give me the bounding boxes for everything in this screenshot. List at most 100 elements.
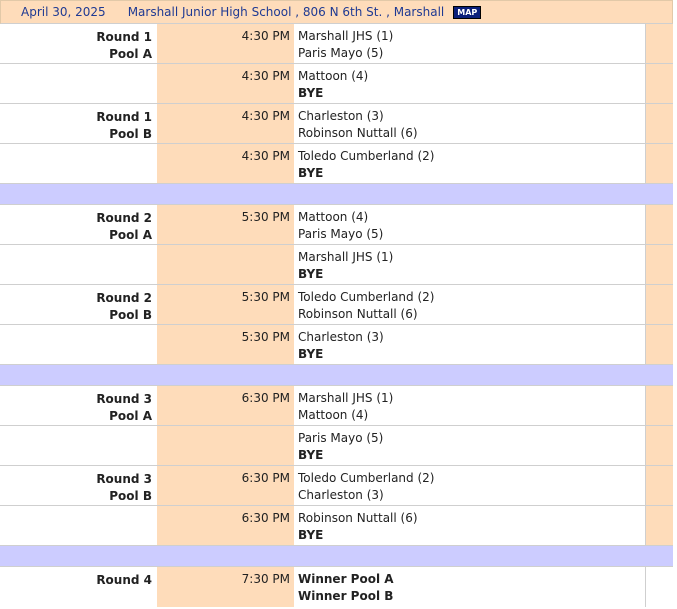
map-button[interactable]: MAP xyxy=(453,5,482,19)
game-row: Round 3 Pool A 6:30 PM Marshall JHS (1) … xyxy=(0,386,673,426)
time-cell: 5:30 PM xyxy=(157,205,294,244)
extra-cell xyxy=(645,64,673,103)
header-venue: Marshall Junior High School , 806 N 6th … xyxy=(127,5,445,19)
round-label: Round 3 xyxy=(96,392,152,406)
team-name: Robinson Nuttall (6) xyxy=(298,307,418,321)
team-name: Charleston (3) xyxy=(298,488,384,502)
schedule-header: April 30, 2025 Marshall Junior High Scho… xyxy=(0,0,673,24)
extra-cell xyxy=(645,426,673,465)
game-row: Round 4 7:30 PM Winner Pool A Winner Poo… xyxy=(0,567,673,607)
team-name: Robinson Nuttall (6) xyxy=(298,511,418,525)
team-name: Marshall JHS (1) xyxy=(298,391,394,405)
team-name: Paris Mayo (5) xyxy=(298,431,384,445)
time-cell: 4:30 PM xyxy=(157,24,294,63)
extra-cell xyxy=(645,325,673,364)
teams-cell: Marshall JHS (1) BYE xyxy=(294,245,645,284)
time-cell: 4:30 PM xyxy=(157,104,294,143)
bye-label: BYE xyxy=(298,86,324,100)
round-separator xyxy=(0,546,673,567)
round-label: Round 3 xyxy=(96,472,152,486)
team-name: Toledo Cumberland (2) xyxy=(298,471,435,485)
extra-cell xyxy=(645,567,673,607)
pool-label: Pool A xyxy=(109,47,152,61)
round-cell xyxy=(0,506,157,545)
game-row: Marshall JHS (1) BYE xyxy=(0,245,673,285)
round-label: Round 2 xyxy=(96,291,152,305)
team-name: Toledo Cumberland (2) xyxy=(298,149,435,163)
round-cell xyxy=(0,426,157,465)
round-cell xyxy=(0,144,157,183)
round-cell: Round 3 Pool A xyxy=(0,386,157,425)
teams-cell: Toledo Cumberland (2) Charleston (3) xyxy=(294,466,645,505)
team-name: Mattoon (4) xyxy=(298,408,369,422)
round-cell: Round 2 Pool B xyxy=(0,285,157,324)
round-separator xyxy=(0,184,673,205)
team-name: Winner Pool B xyxy=(298,589,394,603)
round-label: Round 1 xyxy=(96,30,152,44)
teams-cell: Robinson Nuttall (6) BYE xyxy=(294,506,645,545)
game-row: Round 1 Pool B 4:30 PM Charleston (3) Ro… xyxy=(0,104,673,144)
round-label: Round 1 xyxy=(96,110,152,124)
time-cell: 6:30 PM xyxy=(157,386,294,425)
round-cell: Round 1 Pool A xyxy=(0,24,157,63)
round-cell: Round 3 Pool B xyxy=(0,466,157,505)
round-label: Round 4 xyxy=(96,573,152,587)
round-cell xyxy=(0,325,157,364)
team-name: Mattoon (4) xyxy=(298,210,369,224)
teams-cell: Toledo Cumberland (2) BYE xyxy=(294,144,645,183)
time-cell: 5:30 PM xyxy=(157,325,294,364)
game-row: 4:30 PM Toledo Cumberland (2) BYE xyxy=(0,144,673,184)
extra-cell xyxy=(645,144,673,183)
team-name: Marshall JHS (1) xyxy=(298,29,394,43)
time-cell: 4:30 PM xyxy=(157,144,294,183)
team-name: Robinson Nuttall (6) xyxy=(298,126,418,140)
time-cell: 6:30 PM xyxy=(157,466,294,505)
game-row: Round 2 Pool B 5:30 PM Toledo Cumberland… xyxy=(0,285,673,325)
team-name: Paris Mayo (5) xyxy=(298,227,384,241)
time-cell xyxy=(157,426,294,465)
extra-cell xyxy=(645,245,673,284)
team-name: Marshall JHS (1) xyxy=(298,250,394,264)
extra-cell xyxy=(645,24,673,63)
time-cell xyxy=(157,245,294,284)
bye-label: BYE xyxy=(298,448,324,462)
extra-cell xyxy=(645,386,673,425)
extra-cell xyxy=(645,285,673,324)
round-cell: Round 2 Pool A xyxy=(0,205,157,244)
extra-cell xyxy=(645,205,673,244)
teams-cell: Mattoon (4) BYE xyxy=(294,64,645,103)
teams-cell: Charleston (3) BYE xyxy=(294,325,645,364)
extra-cell xyxy=(645,104,673,143)
pool-label: Pool B xyxy=(109,127,152,141)
time-cell: 5:30 PM xyxy=(157,285,294,324)
teams-cell: Paris Mayo (5) BYE xyxy=(294,426,645,465)
bye-label: BYE xyxy=(298,166,324,180)
game-row: Round 3 Pool B 6:30 PM Toledo Cumberland… xyxy=(0,466,673,506)
pool-label: Pool A xyxy=(109,409,152,423)
game-row: 6:30 PM Robinson Nuttall (6) BYE xyxy=(0,506,673,546)
bye-label: BYE xyxy=(298,528,324,542)
game-row: Round 2 Pool A 5:30 PM Mattoon (4) Paris… xyxy=(0,205,673,245)
teams-cell: Toledo Cumberland (2) Robinson Nuttall (… xyxy=(294,285,645,324)
team-name: Toledo Cumberland (2) xyxy=(298,290,435,304)
game-row: Paris Mayo (5) BYE xyxy=(0,426,673,466)
pool-label: Pool B xyxy=(109,308,152,322)
teams-cell: Winner Pool A Winner Pool B xyxy=(294,567,645,607)
pool-label: Pool A xyxy=(109,228,152,242)
game-row: 5:30 PM Charleston (3) BYE xyxy=(0,325,673,365)
game-row: Round 1 Pool A 4:30 PM Marshall JHS (1) … xyxy=(0,24,673,64)
round-separator xyxy=(0,365,673,386)
round-cell xyxy=(0,64,157,103)
team-name: Mattoon (4) xyxy=(298,69,369,83)
time-cell: 7:30 PM xyxy=(157,567,294,607)
header-date: April 30, 2025 xyxy=(21,5,106,19)
team-name: Winner Pool A xyxy=(298,572,394,586)
team-name: Charleston (3) xyxy=(298,109,384,123)
time-cell: 6:30 PM xyxy=(157,506,294,545)
teams-cell: Charleston (3) Robinson Nuttall (6) xyxy=(294,104,645,143)
bye-label: BYE xyxy=(298,267,324,281)
round-cell: Round 1 Pool B xyxy=(0,104,157,143)
teams-cell: Marshall JHS (1) Mattoon (4) xyxy=(294,386,645,425)
teams-cell: Marshall JHS (1) Paris Mayo (5) xyxy=(294,24,645,63)
round-cell: Round 4 xyxy=(0,567,157,607)
